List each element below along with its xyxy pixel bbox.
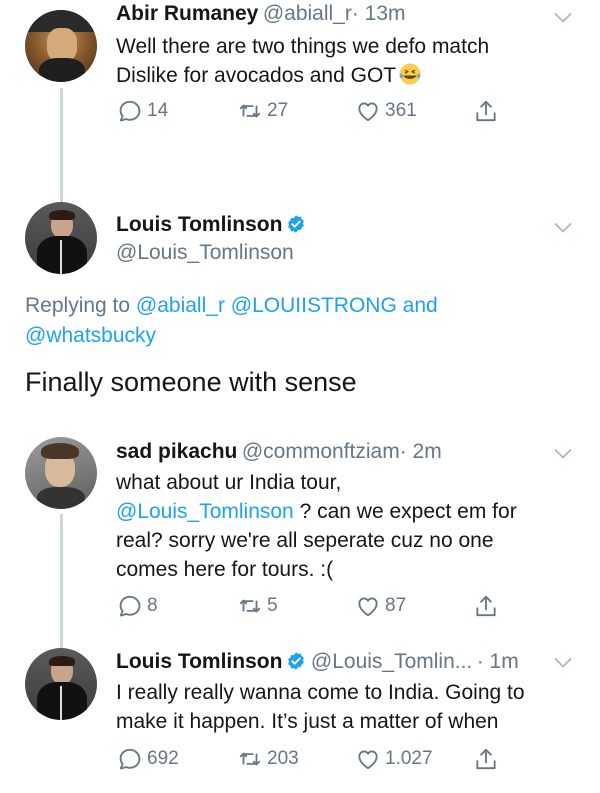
like-button[interactable]: 1.027 (355, 746, 433, 772)
mention-link[interactable]: @Louis_Tomlinson (116, 500, 294, 523)
verified-badge-icon (286, 651, 306, 671)
reply-button[interactable]: 8 (117, 593, 158, 619)
retweet-button[interactable]: 5 (237, 593, 278, 619)
tweet-text: I really really wanna come to India. Goi… (116, 678, 525, 736)
reply-icon (117, 98, 143, 124)
retweet-button[interactable]: 203 (237, 746, 299, 772)
share-button[interactable] (473, 746, 499, 772)
like-button[interactable]: 87 (355, 593, 406, 619)
thread-line (60, 88, 63, 206)
verified-badge-icon (286, 214, 306, 234)
author-handle[interactable]: @Louis_Tomlinson (116, 241, 294, 265)
tweet-text: Well there are two things we defo match … (116, 32, 489, 90)
tweet-line: Dislike for avocados and GOT (116, 61, 489, 90)
like-count: 1.027 (385, 748, 433, 769)
retweet-icon (237, 98, 263, 124)
like-button[interactable]: 361 (355, 98, 417, 124)
reply-count: 8 (147, 595, 158, 616)
author-name[interactable]: sad pikachu (116, 440, 237, 463)
like-count: 361 (385, 100, 417, 121)
mention-link[interactable]: @whatsbucky (25, 324, 156, 347)
retweet-icon (237, 593, 263, 619)
tweet-line: what about ur India tour, (116, 471, 342, 494)
tweet-time: · 1m (476, 650, 519, 673)
replying-to: Replying to @abiall_r @LOUIISTRONG and @… (25, 291, 438, 351)
like-icon (355, 746, 381, 772)
author-name[interactable]: Louis Tomlinson (116, 650, 282, 673)
tweet-header: Abir Rumaney @abiall_r· 13m (116, 2, 406, 26)
tweet-text: what about ur India tour, @Louis_Tomlins… (116, 468, 517, 584)
reply-count: 692 (147, 748, 179, 769)
author-handle[interactable]: @commonftziam (242, 440, 400, 463)
tweet-time: · 13m (351, 2, 406, 25)
chevron-down-icon[interactable] (554, 657, 572, 669)
retweet-count: 5 (267, 595, 278, 616)
main-tweet-text: Finally someone with sense (25, 367, 357, 397)
replying-prefix: Replying to (25, 294, 131, 317)
share-icon (473, 593, 499, 619)
reply-icon (117, 593, 143, 619)
mention-link[interactable]: @abiall_r (136, 294, 225, 317)
retweet-button[interactable]: 27 (237, 98, 288, 124)
author-handle[interactable]: @abiall_r (263, 2, 352, 25)
tweet-header: sad pikachu @commonftziam· 2m (116, 440, 442, 464)
tweet-line: comes here for tours. :( (116, 558, 334, 581)
reply-count: 14 (147, 100, 169, 121)
chevron-down-icon[interactable] (554, 222, 572, 234)
like-count: 87 (385, 595, 407, 616)
avatar-sad-pikachu[interactable] (25, 437, 97, 509)
share-icon (473, 746, 499, 772)
reply-button[interactable]: 14 (117, 98, 168, 124)
chevron-down-icon[interactable] (554, 448, 572, 460)
main-tweet-header: Louis Tomlinson (116, 213, 306, 237)
author-name[interactable]: Louis Tomlinson (116, 213, 282, 236)
author-handle[interactable]: @Louis_Tomlin... (311, 650, 472, 673)
like-icon (355, 98, 381, 124)
retweet-count: 203 (267, 748, 299, 769)
share-icon (473, 98, 499, 124)
share-button[interactable] (473, 593, 499, 619)
reply-icon (117, 746, 143, 772)
tweet-line-text: Dislike for avocados and GOT (116, 64, 397, 87)
author-name[interactable]: Abir Rumaney (116, 2, 258, 25)
tweet-line: I really really wanna come to India. Goi… (116, 681, 525, 704)
retweet-count: 27 (267, 100, 289, 121)
share-button[interactable] (473, 98, 499, 124)
thread-line (60, 514, 63, 648)
tweet-line: @Louis_Tomlinson ? can we expect em for (116, 497, 517, 526)
avatar-abir[interactable] (25, 10, 97, 82)
retweet-icon (237, 746, 263, 772)
and-text: and (402, 294, 438, 317)
tweet-line: real? sorry we're all seperate cuz no on… (116, 529, 494, 552)
tweet-line: make it happen. It’s just a matter of wh… (116, 710, 499, 733)
tears-of-joy-emoji-icon (399, 63, 421, 85)
tweet-line-text: ? can we expect em for (293, 500, 517, 523)
reply-button[interactable]: 692 (117, 746, 179, 772)
tweet-time: · 2m (399, 440, 442, 463)
like-icon (355, 593, 381, 619)
avatar-louis[interactable] (25, 648, 97, 720)
tweet-line: Well there are two things we defo match (116, 35, 490, 58)
avatar-louis[interactable] (25, 202, 97, 274)
chevron-down-icon[interactable] (554, 12, 572, 24)
mention-link[interactable]: @LOUIISTRONG (231, 294, 397, 317)
tweet-header: Louis Tomlinson @Louis_Tomlin... · 1m (116, 650, 519, 674)
